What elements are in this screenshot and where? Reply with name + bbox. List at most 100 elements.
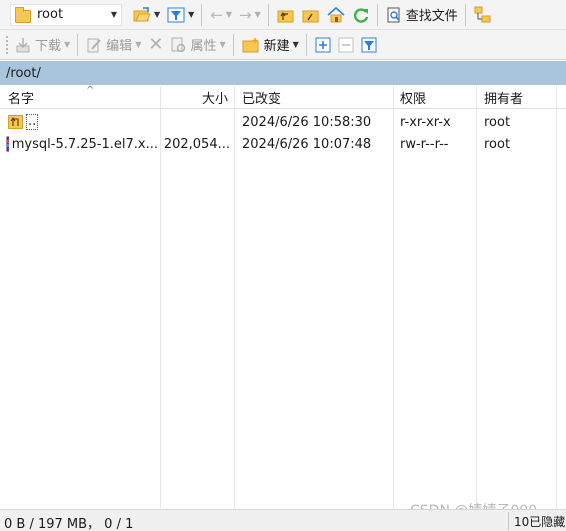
back-button[interactable]: ← ▼ — [207, 3, 235, 27]
download-icon — [16, 37, 30, 52]
path-bar-text: /root/ — [6, 65, 41, 81]
new-button[interactable]: 新建 ▼ — [239, 33, 302, 57]
home-icon — [327, 6, 345, 22]
filter-mask-button[interactable] — [358, 33, 380, 57]
arrow-left-icon: ← — [210, 5, 223, 24]
status-bar: 0 B / 197 MB， 0 / 1 10已隐藏 — [0, 509, 566, 531]
file-name: mysql-5.7.25-1.el7.x... — [11, 136, 158, 152]
root-folder-icon — [302, 10, 319, 22]
toolbar-separator — [267, 3, 269, 26]
plus-icon — [315, 37, 331, 52]
toolbar-separator — [305, 33, 307, 56]
file-modified: 2024/6/26 10:58:30 — [242, 114, 372, 130]
chevron-down-icon: ▼ — [292, 40, 299, 49]
column-header: 名字 ^ 大小 已改变 权限 拥有者 — [0, 85, 566, 109]
find-files-label: 查找文件 — [405, 9, 458, 24]
tree-view-icon — [474, 6, 491, 22]
properties-icon — [171, 37, 186, 52]
folder-icon — [15, 6, 31, 23]
path-combo[interactable]: root ▼ — [10, 3, 122, 26]
open-folder-button[interactable]: ▼ — [130, 3, 163, 27]
column-header-modified[interactable]: 已改变 — [242, 86, 392, 108]
new-folder-icon — [242, 37, 259, 52]
row-size-cell: 202,054... — [160, 133, 230, 155]
tree-view-button[interactable] — [471, 3, 495, 27]
chevron-down-icon: ▼ — [154, 10, 161, 19]
grip-handle — [3, 33, 11, 57]
file-permissions: r-xr-xr-x — [400, 114, 451, 130]
row-name-cell: mysql-5.7.25-1.el7.x... — [6, 133, 158, 155]
column-header-name[interactable]: 名字 ^ — [8, 85, 158, 108]
properties-label: 属性 — [190, 39, 217, 54]
column-name-label: 名字 — [8, 91, 35, 107]
table-row[interactable]: mysql-5.7.25-1.el7.x... 202,054... 2024/… — [0, 133, 566, 155]
toolbar-top: root ▼ ▼ ▼ ← ▼ → ▼ 查找文件 — [0, 0, 566, 30]
filter-icon — [167, 7, 185, 22]
chevron-down-icon: ▼ — [225, 10, 233, 19]
table-row[interactable]: .. 2024/6/26 10:58:30 r-xr-xr-x root — [0, 111, 566, 133]
toolbar-separator — [464, 3, 466, 26]
row-modified-cell: 2024/6/26 10:58:30 — [242, 111, 392, 133]
file-owner: root — [484, 136, 511, 152]
file-size: 202,054... — [163, 136, 230, 152]
chevron-down-icon: ▼ — [135, 40, 142, 49]
path-bar[interactable]: /root/ — [0, 61, 566, 85]
file-permissions: rw-r--r-- — [400, 136, 449, 152]
row-permissions-cell: rw-r--r-- — [400, 133, 475, 155]
column-header-size[interactable]: 大小 — [160, 86, 228, 108]
open-folder-icon — [133, 6, 151, 21]
chevron-down-icon: ▼ — [110, 10, 117, 19]
chevron-down-icon: ▼ — [188, 10, 195, 19]
minus-icon — [338, 37, 354, 52]
refresh-icon — [353, 7, 368, 23]
refresh-button[interactable] — [349, 3, 373, 27]
status-selection-info: 0 B / 197 MB， 0 / 1 — [4, 517, 134, 531]
file-name: .. — [26, 114, 39, 130]
chevron-down-icon: ▼ — [254, 10, 261, 19]
toolbar-separator — [232, 33, 234, 56]
sort-ascending-icon: ^ — [86, 85, 95, 96]
download-button[interactable]: 下载 ▼ — [12, 33, 73, 57]
status-separator — [508, 512, 509, 530]
column-header-permissions[interactable]: 权限 — [400, 86, 475, 108]
column-header-owner[interactable]: 拥有者 — [484, 86, 554, 108]
status-hidden-count[interactable]: 10已隐藏 — [514, 513, 565, 530]
forward-button[interactable]: → ▼ — [236, 3, 264, 27]
edit-button[interactable]: 编辑 ▼ — [83, 33, 144, 57]
toolbar-bottom: 下载 ▼ 编辑 ▼ ✕ 属性 ▼ 新建 ▼ — [0, 30, 566, 60]
collapse-button[interactable] — [335, 33, 357, 57]
toolbar-separator — [201, 3, 203, 26]
archive-icon — [6, 136, 9, 152]
parent-folder-icon — [277, 10, 294, 22]
parent-folder-button[interactable] — [274, 3, 298, 27]
row-owner-cell: root — [484, 133, 554, 155]
edit-icon — [87, 38, 101, 52]
close-icon: ✕ — [148, 34, 164, 55]
arrow-right-icon: → — [239, 5, 252, 24]
find-files-button[interactable]: 查找文件 — [383, 3, 461, 27]
home-button[interactable] — [324, 3, 348, 27]
find-files-icon — [387, 7, 400, 22]
download-label: 下载 — [35, 39, 62, 54]
toolbar-separator — [376, 3, 378, 26]
new-label: 新建 — [263, 39, 290, 54]
parent-directory-icon — [8, 115, 23, 129]
column-owner-label: 拥有者 — [484, 91, 524, 107]
column-size-label: 大小 — [201, 91, 228, 107]
toolbar-separator — [77, 33, 79, 56]
path-combo-value: root — [37, 7, 64, 22]
root-folder-button[interactable] — [299, 3, 323, 27]
row-size-cell — [160, 111, 228, 133]
column-modified-label: 已改变 — [242, 91, 282, 107]
column-permissions-label: 权限 — [400, 91, 427, 107]
row-owner-cell: root — [484, 111, 554, 133]
filter-icon — [361, 37, 377, 52]
properties-button[interactable]: 属性 ▼ — [167, 33, 228, 57]
file-owner: root — [484, 114, 511, 130]
expand-button[interactable] — [312, 33, 334, 57]
filter-button[interactable]: ▼ — [164, 3, 197, 27]
delete-button[interactable]: ✕ — [145, 33, 166, 57]
row-permissions-cell: r-xr-xr-x — [400, 111, 475, 133]
row-name-cell: .. — [8, 111, 158, 133]
file-modified: 2024/6/26 10:07:48 — [242, 136, 372, 152]
